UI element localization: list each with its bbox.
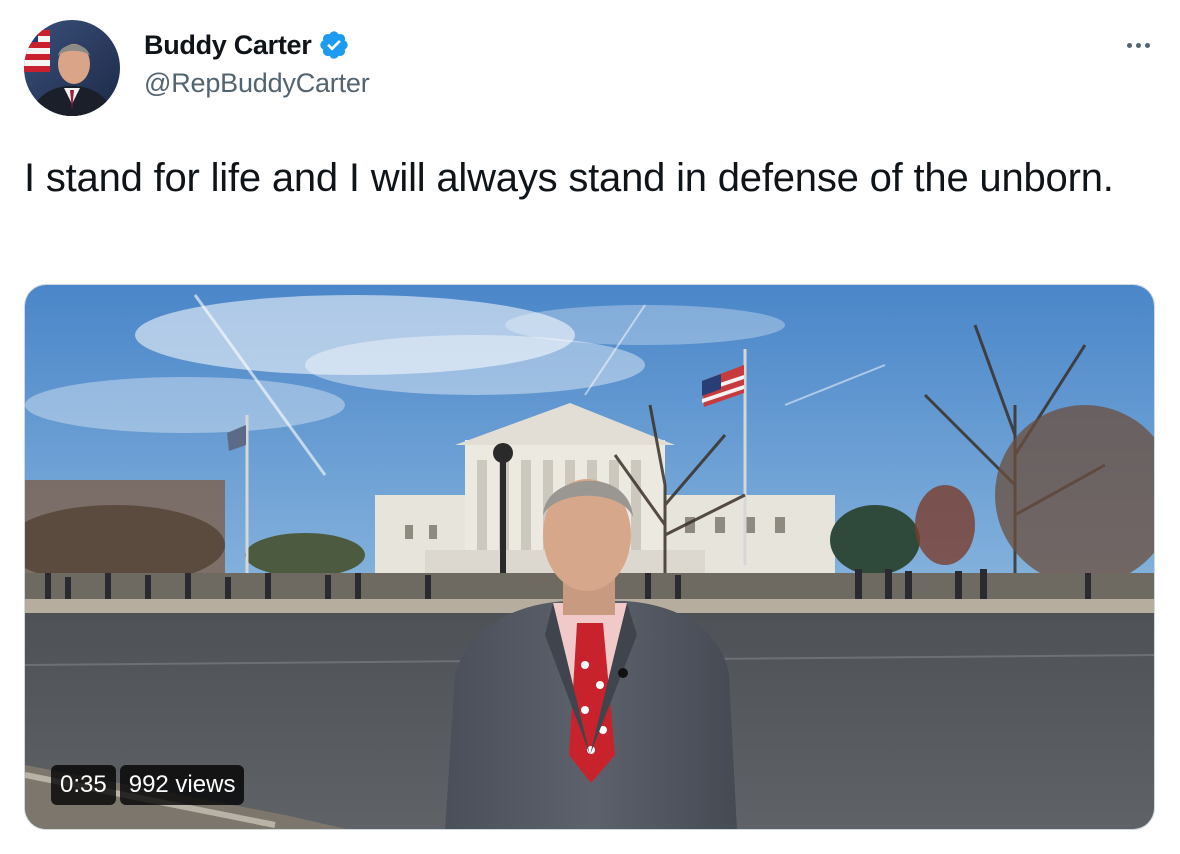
author-display-name[interactable]: Buddy Carter [144, 30, 312, 61]
video-player[interactable]: 0:35 992 views [24, 284, 1155, 830]
video-overlay-badges: 0:35 992 views [51, 765, 245, 805]
author-avatar[interactable] [24, 20, 120, 116]
display-name-row: Buddy Carter [144, 28, 370, 62]
author-names: Buddy Carter @RepBuddyCarter [144, 28, 370, 99]
tweet-text: I stand for life and I will always stand… [24, 156, 1114, 200]
video-duration: 0:35 [51, 765, 116, 805]
verified-badge-icon [318, 29, 350, 61]
profile-photo-image [24, 20, 120, 116]
author-handle[interactable]: @RepBuddyCarter [144, 68, 370, 99]
video-thumbnail [25, 285, 1154, 829]
video-views: 992 views [119, 765, 245, 805]
tweet-card: Buddy Carter @RepBuddyCarter I stand for… [0, 0, 1180, 854]
more-options-icon[interactable] [1116, 30, 1160, 60]
